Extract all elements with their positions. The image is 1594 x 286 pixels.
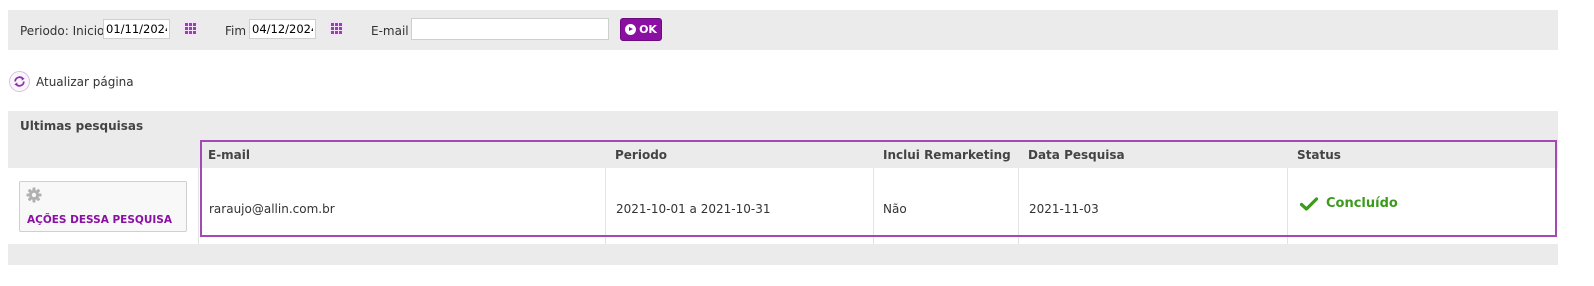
ok-button[interactable]: OK xyxy=(620,18,662,41)
email-input[interactable] xyxy=(411,18,609,40)
play-icon xyxy=(625,24,637,35)
check-icon xyxy=(1300,196,1318,211)
end-date-label: Fim xyxy=(225,24,247,38)
cell-remarketing: Não xyxy=(883,202,907,216)
column-header-date: Data Pesquisa xyxy=(1028,148,1125,162)
divider xyxy=(1018,168,1019,244)
start-date-label: Periodo: Inicio xyxy=(20,24,105,38)
cell-date: 2021-11-03 xyxy=(1029,202,1099,216)
search-actions-button[interactable]: AÇÕES DESSA PESQUISA xyxy=(19,181,187,232)
end-date-input[interactable] xyxy=(249,19,316,39)
filter-bar: Periodo: Inicio Fim E-mail OK xyxy=(8,10,1558,50)
recent-searches-panel: Ultimas pesquisas E-mail Periodo Inclui … xyxy=(8,111,1558,265)
cell-period: 2021-10-01 a 2021-10-31 xyxy=(616,202,771,216)
table-row: AÇÕES DESSA PESQUISA raraujo@allin.com.b… xyxy=(8,168,1558,244)
actions-cell: AÇÕES DESSA PESQUISA xyxy=(8,168,198,244)
email-label: E-mail xyxy=(371,24,409,38)
divider xyxy=(198,168,199,244)
ok-label: OK xyxy=(639,23,657,36)
status-text: Concluído xyxy=(1326,196,1398,211)
divider xyxy=(1287,168,1288,244)
column-header-email: E-mail xyxy=(208,148,251,162)
panel-title: Ultimas pesquisas xyxy=(20,119,144,133)
column-header-status: Status xyxy=(1297,148,1341,162)
search-actions-label: AÇÕES DESSA PESQUISA xyxy=(27,214,172,226)
gear-icon xyxy=(26,187,42,203)
start-date-input[interactable] xyxy=(103,19,170,39)
cell-email: raraujo@allin.com.br xyxy=(209,202,335,216)
status-badge: Concluído xyxy=(1300,196,1398,211)
refresh-label: Atualizar página xyxy=(36,74,134,89)
refresh-page-link[interactable]: Atualizar página xyxy=(9,71,134,92)
column-header-period: Periodo xyxy=(615,148,668,162)
calendar-icon[interactable] xyxy=(181,19,199,37)
refresh-icon xyxy=(9,71,30,92)
divider xyxy=(605,168,606,244)
divider xyxy=(873,168,874,244)
calendar-icon[interactable] xyxy=(327,19,345,37)
column-header-remarketing: Inclui Remarketing xyxy=(883,148,1011,162)
